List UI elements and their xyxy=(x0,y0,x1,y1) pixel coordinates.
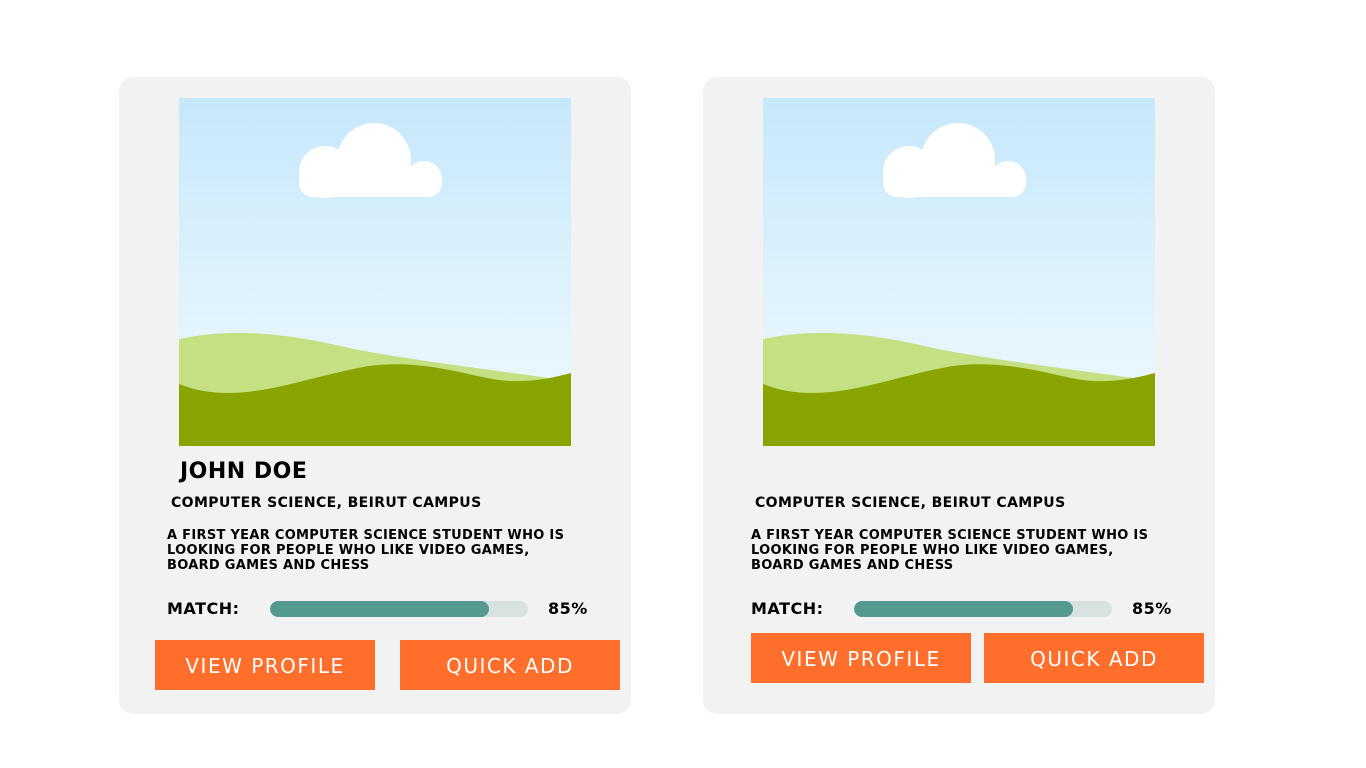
profile-bio: A FIRST YEAR COMPUTER SCIENCE STUDENT WH… xyxy=(167,528,565,573)
match-label: MATCH: xyxy=(751,599,824,618)
match-progress-bar xyxy=(270,601,528,617)
match-progress-bar xyxy=(854,601,1112,617)
match-progress-fill xyxy=(854,601,1074,617)
profile-card-1: JOHN DOE COMPUTER SCIENCE, BEIRUT CAMPUS… xyxy=(119,77,631,714)
image-placeholder-icon xyxy=(179,98,571,446)
profile-major: COMPUTER SCIENCE, BEIRUT CAMPUS xyxy=(755,495,1066,511)
match-row: MATCH: 85% xyxy=(751,599,1181,619)
quick-add-button[interactable]: QUICK ADD xyxy=(984,633,1204,683)
profile-photo xyxy=(179,98,571,446)
match-percent: 85% xyxy=(1132,599,1172,618)
profile-card-2: COMPUTER SCIENCE, BEIRUT CAMPUS A FIRST … xyxy=(703,77,1215,714)
profile-major: COMPUTER SCIENCE, BEIRUT CAMPUS xyxy=(171,495,482,511)
quick-add-button[interactable]: QUICK ADD xyxy=(400,640,620,690)
page: JOHN DOE COMPUTER SCIENCE, BEIRUT CAMPUS… xyxy=(0,0,1366,768)
profile-bio: A FIRST YEAR COMPUTER SCIENCE STUDENT WH… xyxy=(751,528,1149,573)
view-profile-button[interactable]: VIEW PROFILE xyxy=(155,640,375,690)
profile-name: JOHN DOE xyxy=(180,459,308,484)
match-progress-fill xyxy=(270,601,490,617)
view-profile-button[interactable]: VIEW PROFILE xyxy=(751,633,971,683)
image-placeholder-icon xyxy=(763,98,1155,446)
profile-photo xyxy=(763,98,1155,446)
match-percent: 85% xyxy=(548,599,588,618)
match-label: MATCH: xyxy=(167,599,240,618)
match-row: MATCH: 85% xyxy=(167,599,597,619)
